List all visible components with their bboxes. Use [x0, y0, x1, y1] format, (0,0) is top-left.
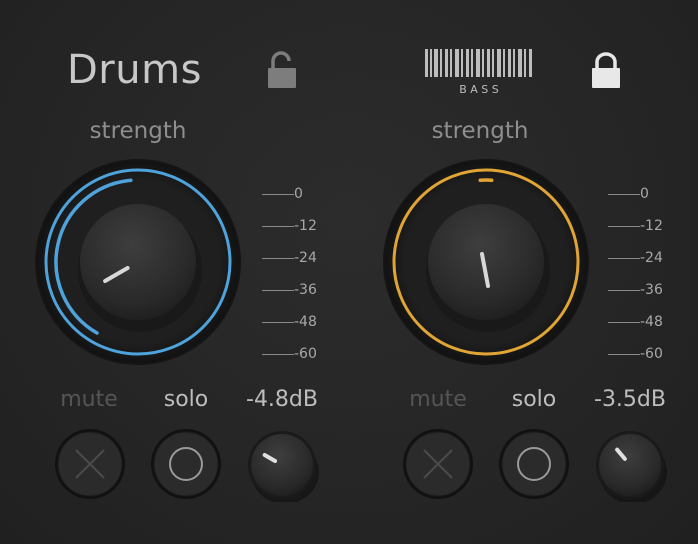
- gain-value: -4.8dB: [246, 387, 318, 412]
- solo-button[interactable]: [498, 428, 570, 500]
- meter-tick: 0: [608, 184, 678, 204]
- meter-tick: -12: [608, 216, 678, 236]
- mute-button[interactable]: [54, 428, 126, 500]
- strength-label: strength: [431, 118, 529, 144]
- strength-label: strength: [89, 118, 187, 144]
- strength-knob[interactable]: [34, 158, 242, 366]
- locked-padlock-icon[interactable]: [590, 50, 622, 90]
- unlocked-padlock-icon[interactable]: [266, 50, 298, 90]
- knob-cap: [428, 204, 544, 320]
- plugin-panel: { "channels": [ { "id": "drums", "title"…: [0, 0, 698, 544]
- meter-tick: 0: [262, 184, 332, 204]
- meter-tick: -48: [262, 312, 332, 332]
- svg-text:B A S S: B A S S: [459, 83, 499, 96]
- meter-tick: -24: [608, 248, 678, 268]
- solo-button[interactable]: [150, 428, 222, 500]
- mute-button[interactable]: [402, 428, 474, 500]
- meter-tick: -60: [262, 344, 332, 364]
- mute-label: mute: [409, 387, 467, 412]
- solo-label: solo: [163, 387, 209, 412]
- meter-tick: -24: [262, 248, 332, 268]
- strength-knob[interactable]: [382, 158, 590, 366]
- gain-knob[interactable]: [245, 428, 319, 502]
- meter-tick: -36: [262, 280, 332, 300]
- meter-tick: -60: [608, 344, 678, 364]
- mute-label: mute: [60, 387, 118, 412]
- meter-tick: -48: [608, 312, 678, 332]
- gain-knob[interactable]: [593, 428, 667, 502]
- meter-tick: -12: [262, 216, 332, 236]
- channel-bass: B A S S strength 0 -12 -24 -36 -48 -60 m…: [349, 0, 698, 544]
- meter-tick: -36: [608, 280, 678, 300]
- level-meter: 0 -12 -24 -36 -48 -60: [262, 182, 332, 366]
- gain-value: -3.5dB: [594, 387, 666, 412]
- level-meter: 0 -12 -24 -36 -48 -60: [608, 182, 678, 366]
- solo-label: solo: [511, 387, 557, 412]
- channel-drums: Drums strength 0 -12 -24 -36 -48 -60 mut…: [0, 0, 349, 544]
- bass-barcode-logo: B A S S: [425, 49, 532, 96]
- channel-title: Drums: [67, 47, 202, 93]
- knob-cap: [80, 204, 196, 320]
